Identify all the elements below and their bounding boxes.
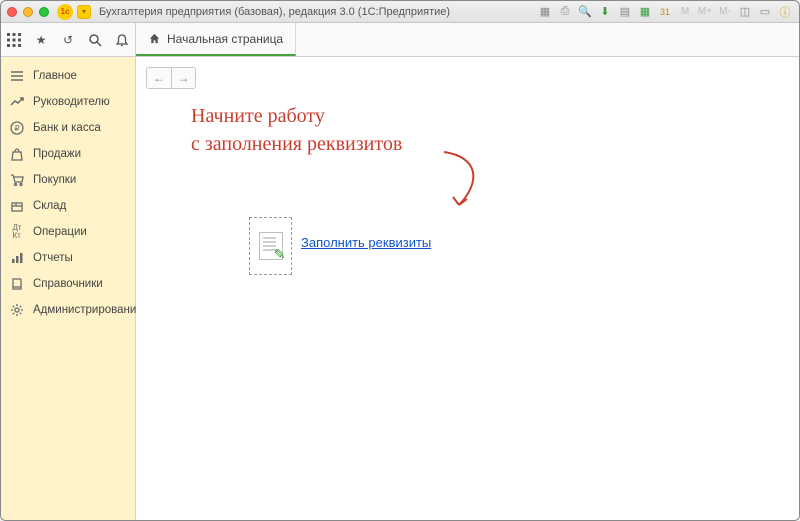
- titlebar-calendar-icon[interactable]: ▦: [637, 4, 653, 20]
- sidebar-item-label: Банк и касса: [33, 122, 101, 134]
- fill-details-tile[interactable]: [249, 217, 292, 275]
- fill-details-link[interactable]: Заполнить реквизиты: [301, 235, 431, 250]
- gear-icon: [9, 302, 25, 318]
- traffic-lights: [7, 7, 49, 17]
- nav-back-button[interactable]: ←: [147, 68, 171, 88]
- titlebar-grid-icon[interactable]: ▦: [537, 4, 553, 20]
- box-icon: [9, 198, 25, 214]
- titlebar-print-icon[interactable]: ⎙: [557, 4, 573, 20]
- quick-tools: ★ ↺: [1, 23, 136, 56]
- home-icon: [148, 32, 161, 45]
- sidebar-item-label: Справочники: [33, 278, 103, 290]
- bag-icon: [9, 146, 25, 162]
- close-icon[interactable]: [7, 7, 17, 17]
- sidebar-item-label: Руководителю: [33, 96, 110, 108]
- favorites-icon[interactable]: ★: [32, 31, 50, 49]
- tab-row: Начальная страница: [136, 23, 296, 56]
- sidebar-item-operations[interactable]: ДтКт Операции: [1, 219, 135, 245]
- bell-icon[interactable]: [113, 31, 131, 49]
- svg-text:₽: ₽: [14, 124, 19, 133]
- titlebar-calc-icon[interactable]: ▤: [617, 4, 633, 20]
- menu-icon: [9, 68, 25, 84]
- titlebar-book-icon[interactable]: ▭: [757, 4, 773, 20]
- dtkt-icon: ДтКт: [9, 224, 25, 240]
- bars-icon: [9, 250, 25, 266]
- sidebar-item-label: Главное: [33, 70, 77, 82]
- sidebar-item-purchases[interactable]: Покупки: [1, 167, 135, 193]
- search-icon[interactable]: [86, 31, 104, 49]
- tab-home[interactable]: Начальная страница: [136, 23, 296, 56]
- sidebar-item-warehouse[interactable]: Склад: [1, 193, 135, 219]
- titlebar-search-icon[interactable]: 🔍: [577, 4, 593, 20]
- book-icon: [9, 276, 25, 292]
- sidebar-item-manager[interactable]: Руководителю: [1, 89, 135, 115]
- body: Главное Руководителю ₽ Банк и касса Прод…: [1, 57, 799, 520]
- sidebar-item-label: Покупки: [33, 174, 76, 186]
- sidebar-item-label: Администрирование: [33, 304, 143, 316]
- nav-forward-button[interactable]: →: [171, 68, 195, 88]
- titlebar: 1c Бухгалтерия предприятия (базовая), ре…: [1, 1, 799, 23]
- titlebar-info-icon[interactable]: ⓘ: [777, 4, 793, 20]
- onec-logo-icon: 1c: [57, 4, 73, 20]
- minimize-icon[interactable]: [23, 7, 33, 17]
- nav-buttons: ← →: [146, 67, 196, 89]
- sidebar-item-label: Отчеты: [33, 252, 73, 264]
- content-area: ← → Начните работу с заполнения реквизит…: [136, 57, 799, 520]
- sidebar-item-sales[interactable]: Продажи: [1, 141, 135, 167]
- sidebar-item-bank[interactable]: ₽ Банк и касса: [1, 115, 135, 141]
- document-edit-icon: [259, 232, 283, 260]
- titlebar-date-icon[interactable]: 31: [657, 4, 673, 20]
- app-window: 1c Бухгалтерия предприятия (базовая), ре…: [0, 0, 800, 521]
- window-title: Бухгалтерия предприятия (базовая), редак…: [99, 6, 450, 18]
- titlebar-mminus-icon[interactable]: M-: [717, 4, 733, 20]
- sidebar-item-label: Продажи: [33, 148, 81, 160]
- titlebar-layout-icon[interactable]: ◫: [737, 4, 753, 20]
- titlebar-actions: ▦ ⎙ 🔍 ⬇ ▤ ▦ 31 M M+ M- ◫ ▭ ⓘ: [537, 4, 793, 20]
- sidebar-item-references[interactable]: Справочники: [1, 271, 135, 297]
- hint-line1: Начните работу: [191, 105, 325, 127]
- zoom-icon[interactable]: [39, 7, 49, 17]
- hint-arrow-icon: [439, 147, 489, 217]
- sidebar-item-admin[interactable]: Администрирование: [1, 297, 135, 323]
- onec-dropdown-button[interactable]: [77, 5, 91, 19]
- hint-line2: с заполнения реквизитов: [191, 133, 402, 155]
- cart-icon: [9, 172, 25, 188]
- titlebar-download-icon[interactable]: ⬇: [597, 4, 613, 20]
- sidebar-item-label: Операции: [33, 226, 87, 238]
- ruble-icon: ₽: [9, 120, 25, 136]
- sidebar-item-main[interactable]: Главное: [1, 63, 135, 89]
- apps-icon[interactable]: [5, 31, 23, 49]
- top-row: ★ ↺ Начальная страница: [1, 23, 799, 57]
- tab-label: Начальная страница: [167, 32, 283, 46]
- titlebar-mplus-icon[interactable]: M+: [697, 4, 713, 20]
- sidebar-item-label: Склад: [33, 200, 66, 212]
- history-icon[interactable]: ↺: [59, 31, 77, 49]
- sidebar: Главное Руководителю ₽ Банк и касса Прод…: [1, 57, 136, 520]
- sidebar-item-reports[interactable]: Отчеты: [1, 245, 135, 271]
- chart-line-icon: [9, 94, 25, 110]
- titlebar-m-icon[interactable]: M: [677, 4, 693, 20]
